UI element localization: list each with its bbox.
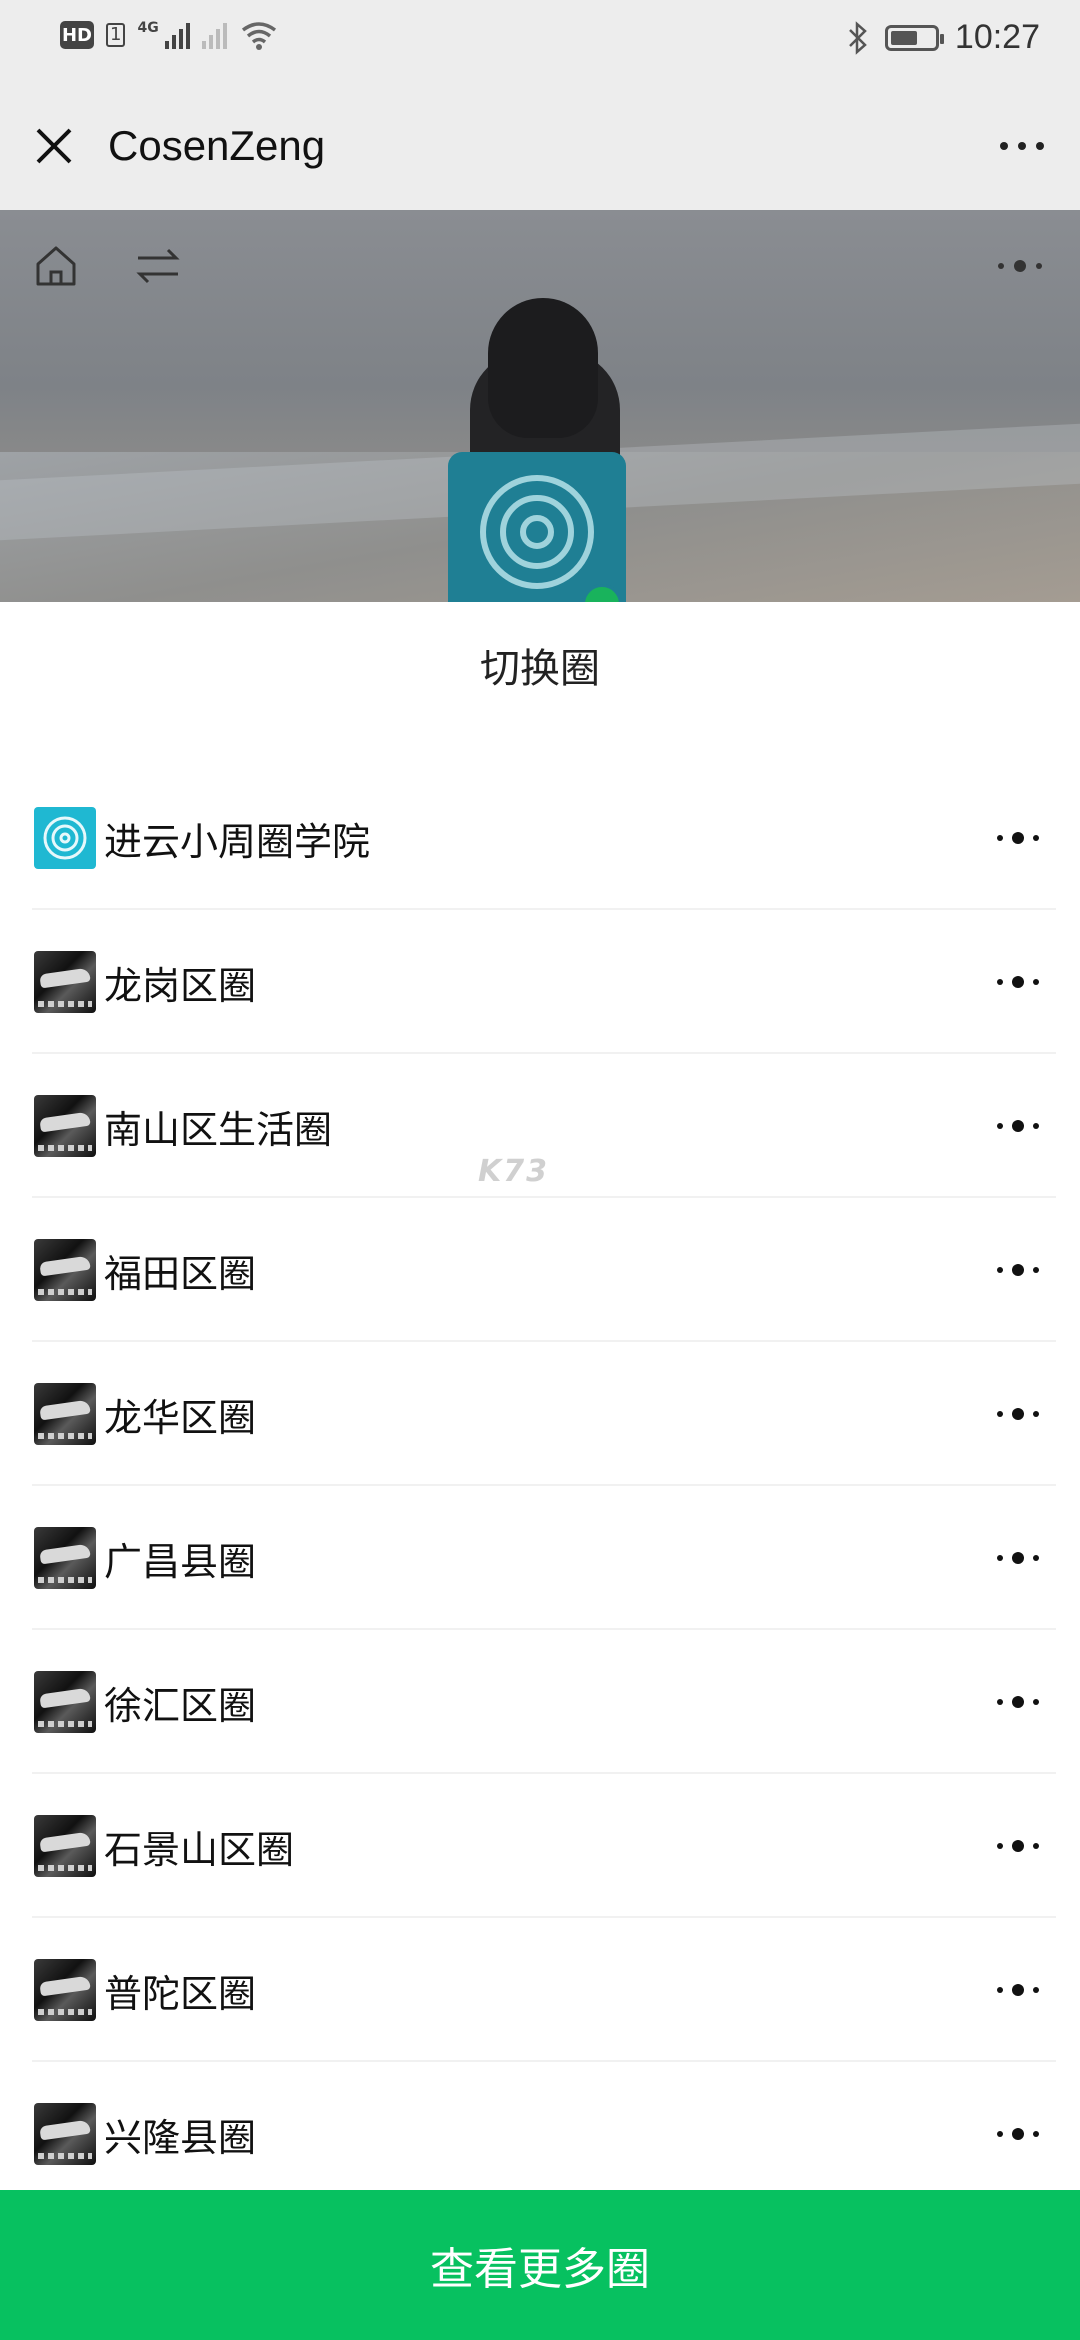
car-photo-icon — [34, 2103, 96, 2165]
list-item[interactable]: 石景山区圈 — [0, 1774, 1080, 1918]
list-item[interactable]: 进云小周圈学院 — [0, 766, 1080, 910]
list-item-label: 进云小周圈学院 — [104, 819, 371, 864]
bluetooth-icon — [849, 20, 867, 55]
status-right: 10:27 — [847, 18, 1040, 57]
more-dots-icon[interactable] — [988, 823, 1048, 853]
car-photo-icon — [34, 1671, 96, 1733]
network-type: 4G — [137, 20, 159, 36]
more-icon[interactable] — [994, 126, 1050, 166]
more-dots-icon[interactable] — [988, 1255, 1048, 1285]
list-item-label: 兴隆县圈 — [104, 2115, 257, 2160]
more-dots-icon[interactable] — [988, 967, 1048, 997]
list-item[interactable]: 普陀区圈 — [0, 1918, 1080, 2062]
watermark: K73 — [478, 1154, 549, 1189]
battery-icon — [884, 24, 944, 51]
more-dots-icon[interactable] — [988, 1831, 1048, 1861]
circle-list: 进云小周圈学院 龙岗区圈 南山区生活圈 福田区圈 龙华区圈 广昌县圈 徐汇区圈 … — [0, 766, 1080, 2206]
hero-figure-head — [488, 298, 598, 438]
list-item-label: 福田区圈 — [104, 1251, 257, 1296]
circle-logo-icon — [34, 807, 96, 869]
list-item-label: 徐汇区圈 — [104, 1683, 257, 1728]
more-dots-icon[interactable] — [988, 1975, 1048, 2005]
home-icon[interactable] — [30, 240, 82, 292]
more-dots-icon[interactable] — [990, 256, 1050, 276]
signal-icon — [164, 21, 190, 49]
status-indicators: HD 1 4G — [60, 20, 279, 50]
more-dots-icon[interactable] — [988, 2119, 1048, 2149]
list-item[interactable]: 龙岗区圈 — [0, 910, 1080, 1054]
car-photo-icon — [34, 951, 96, 1013]
close-icon[interactable] — [28, 120, 80, 172]
list-item[interactable]: 兴隆县圈 — [0, 2062, 1080, 2206]
list-item-label: 石景山区圈 — [104, 1827, 295, 1872]
list-item[interactable]: 广昌县圈 — [0, 1486, 1080, 1630]
more-dots-icon[interactable] — [988, 1543, 1048, 1573]
title-bar: CosenZeng — [0, 82, 1080, 210]
list-item-label: 南山区生活圈 — [104, 1107, 333, 1152]
hd-badge: HD — [60, 21, 94, 49]
sheet-title: 切换圈 — [480, 646, 600, 692]
circle-avatar — [448, 452, 626, 602]
wifi-icon — [241, 22, 276, 50]
car-photo-icon — [34, 1815, 96, 1877]
car-photo-icon — [34, 1239, 96, 1301]
list-item-label: 广昌县圈 — [104, 1539, 257, 1584]
list-item[interactable]: 福田区圈 — [0, 1198, 1080, 1342]
switch-arrows-icon[interactable] — [130, 240, 186, 292]
list-item[interactable]: 徐汇区圈 — [0, 1630, 1080, 1774]
signal-no-service-icon — [201, 21, 227, 49]
more-dots-icon[interactable] — [988, 1687, 1048, 1717]
car-photo-icon — [34, 1959, 96, 2021]
hero-banner — [0, 210, 1080, 602]
car-photo-icon — [34, 1383, 96, 1445]
car-photo-icon — [34, 1095, 96, 1157]
view-more-circles-button[interactable]: 查看更多圈 — [0, 2190, 1080, 2340]
circle-logo-icon — [480, 475, 594, 589]
list-item-label: 普陀区圈 — [104, 1971, 257, 2016]
switch-circle-sheet: 切换圈 进云小周圈学院 龙岗区圈 南山区生活圈 福田区圈 龙华区圈 广昌县圈 徐… — [0, 602, 1080, 2190]
more-dots-icon[interactable] — [988, 1111, 1048, 1141]
status-bar: HD 1 4G 10:27 — [0, 0, 1080, 82]
list-item-label: 龙华区圈 — [104, 1395, 257, 1440]
car-photo-icon — [34, 1527, 96, 1589]
list-item-label: 龙岗区圈 — [104, 963, 257, 1008]
status-time: 10:27 — [954, 18, 1040, 56]
more-dots-icon[interactable] — [988, 1399, 1048, 1429]
sim-number: 1 — [106, 23, 126, 47]
list-item[interactable]: 龙华区圈 — [0, 1342, 1080, 1486]
page-title: CosenZeng — [108, 122, 326, 169]
